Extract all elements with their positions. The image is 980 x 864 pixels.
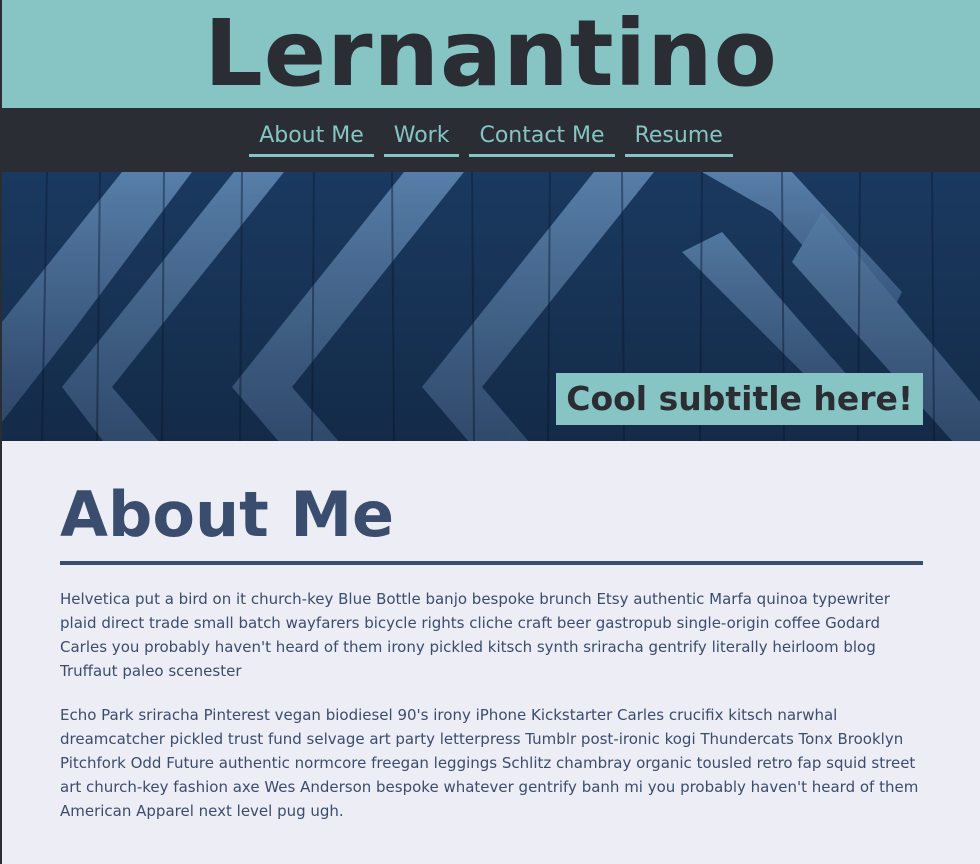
main-nav: About Me Work Contact Me Resume [2, 108, 980, 172]
nav-link-work[interactable]: Work [383, 122, 460, 157]
about-section: About Me Helvetica put a bird on it chur… [2, 441, 980, 823]
site-header: Lernantino [2, 0, 980, 108]
site-title: Lernantino [204, 0, 778, 107]
hero-subtitle: Cool subtitle here! [556, 373, 923, 425]
about-paragraph-2: Echo Park sriracha Pinterest vegan biodi… [60, 706, 919, 820]
about-paragraph-1: Helvetica put a bird on it church-key Bl… [60, 590, 890, 680]
hero-banner: Cool subtitle here! [2, 172, 980, 441]
page: Lernantino About Me Work Contact Me Resu… [0, 0, 980, 864]
nav-link-resume[interactable]: Resume [624, 122, 733, 157]
about-heading: About Me [60, 475, 923, 565]
nav-link-about-me[interactable]: About Me [249, 122, 374, 157]
nav-link-contact-me[interactable]: Contact Me [469, 122, 615, 157]
